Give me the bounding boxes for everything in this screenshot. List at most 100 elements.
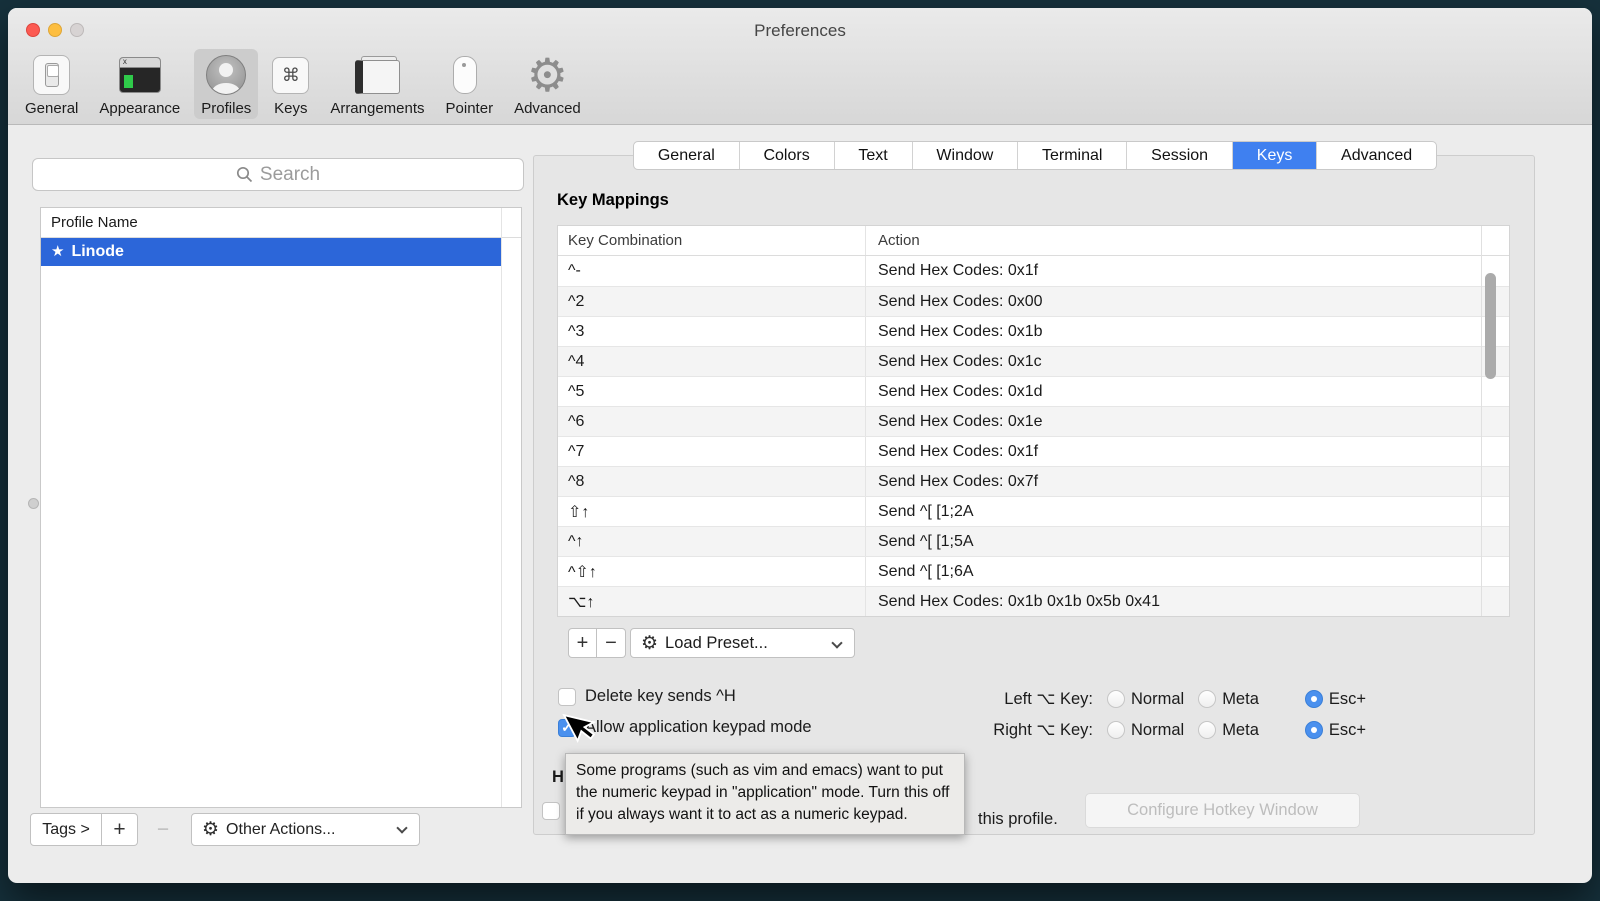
hotkey-heading-fragment: H xyxy=(552,768,564,787)
add-profile-button[interactable]: + xyxy=(102,813,138,846)
radio-label: Normal xyxy=(1131,690,1184,709)
table-body: ^- Send Hex Codes: 0x1f ^2 Send Hex Code… xyxy=(558,256,1509,616)
tab-advanced[interactable]: Advanced xyxy=(1317,142,1436,169)
tab-text[interactable]: Text xyxy=(835,142,913,169)
window-title: Preferences xyxy=(8,21,1592,41)
radio-icon[interactable] xyxy=(1107,721,1125,739)
tab-colors[interactable]: Colors xyxy=(740,142,835,169)
action-cell: Send Hex Codes: 0x1b xyxy=(866,323,1509,341)
toolbar-item-label: Appearance xyxy=(99,100,180,117)
toolbar: General Appearance Profiles Keys Arrange… xyxy=(18,49,588,119)
action-cell: Send ^[ [1;6A xyxy=(866,563,1509,581)
general-icon xyxy=(33,53,70,97)
toolbar-item-advanced[interactable]: ⚙ Advanced xyxy=(507,49,588,119)
tab-keys[interactable]: Keys xyxy=(1233,142,1317,169)
tab-session[interactable]: Session xyxy=(1127,142,1233,169)
key-combination-cell: ^2 xyxy=(558,287,866,316)
left-option-esc[interactable]: Esc+ xyxy=(1305,690,1366,709)
radio-icon[interactable] xyxy=(1198,690,1216,708)
hotkey-description-fragment: this profile. xyxy=(978,810,1058,829)
configure-hotkey-window-button[interactable]: Configure Hotkey Window xyxy=(1085,793,1360,828)
toolbar-item-label: Advanced xyxy=(514,100,581,117)
toolbar-item-appearance[interactable]: Appearance xyxy=(92,49,187,119)
left-option-key-label: Left ⌥ Key: xyxy=(948,689,1093,709)
radio-selected-icon[interactable] xyxy=(1305,721,1323,739)
profile-name-column-header: Profile Name xyxy=(41,208,521,238)
toolbar-item-arrangements[interactable]: Arrangements xyxy=(323,49,431,119)
profiles-icon xyxy=(206,53,246,97)
table-header: Key Combination Action xyxy=(558,226,1509,256)
profile-name: Linode xyxy=(71,243,123,260)
action-cell: Send Hex Codes: 0x7f xyxy=(866,473,1509,491)
profile-list: Profile Name ★ Linode xyxy=(40,207,522,808)
tags-button[interactable]: Tags > xyxy=(30,813,102,846)
table-scrollbar[interactable] xyxy=(1485,273,1496,379)
key-combination-cell: ⌥↑ xyxy=(558,587,866,616)
delete-key-checkbox[interactable] xyxy=(558,688,576,706)
right-option-meta[interactable]: Meta xyxy=(1198,721,1259,740)
tab-window[interactable]: Window xyxy=(913,142,1019,169)
right-option-normal[interactable]: Normal xyxy=(1107,721,1184,740)
toolbar-item-keys[interactable]: Keys xyxy=(265,49,316,119)
key-combination-cell: ^⇧↑ xyxy=(558,557,866,586)
right-option-esc[interactable]: Esc+ xyxy=(1305,721,1366,740)
preferences-window: Preferences General Appearance Profiles … xyxy=(8,8,1592,883)
toolbar-item-label: General xyxy=(25,100,78,117)
action-cell: Send Hex Codes: 0x1b 0x1b 0x5b 0x41 xyxy=(866,593,1509,611)
radio-label: Meta xyxy=(1222,721,1259,740)
load-preset-dropdown[interactable]: Load Preset... xyxy=(630,628,855,658)
action-cell: Send Hex Codes: 0x00 xyxy=(866,293,1509,311)
table-row[interactable]: ^4 Send Hex Codes: 0x1c xyxy=(558,346,1509,376)
toolbar-item-profiles[interactable]: Profiles xyxy=(194,49,258,119)
table-row[interactable]: ⌥↑ Send Hex Codes: 0x1b 0x1b 0x5b 0x41 xyxy=(558,586,1509,616)
remove-profile-button[interactable]: − xyxy=(148,813,178,846)
profile-row-linode[interactable]: ★ Linode xyxy=(41,238,501,266)
table-row[interactable]: ^⇧↑ Send ^[ [1;6A xyxy=(558,556,1509,586)
radio-label: Meta xyxy=(1222,690,1259,709)
key-combination-cell: ^6 xyxy=(558,407,866,436)
key-combination-cell: ^5 xyxy=(558,377,866,406)
mouse-icon xyxy=(449,53,489,97)
toolbar-item-general[interactable]: General xyxy=(18,49,85,119)
splitter-handle-dot xyxy=(28,498,39,509)
column-divider xyxy=(501,208,502,807)
action-column-header[interactable]: Action xyxy=(866,232,1509,249)
table-row[interactable]: ^7 Send Hex Codes: 0x1f xyxy=(558,436,1509,466)
toolbar-item-label: Arrangements xyxy=(330,100,424,117)
table-row[interactable]: ^5 Send Hex Codes: 0x1d xyxy=(558,376,1509,406)
other-actions-dropdown[interactable]: Other Actions... xyxy=(191,813,420,846)
default-profile-star-icon: ★ xyxy=(51,243,64,260)
radio-icon[interactable] xyxy=(1107,690,1125,708)
key-combination-cell: ^8 xyxy=(558,467,866,496)
table-row[interactable]: ^8 Send Hex Codes: 0x7f xyxy=(558,466,1509,496)
table-row[interactable]: ^- Send Hex Codes: 0x1f xyxy=(558,256,1509,286)
remove-mapping-button[interactable]: − xyxy=(597,628,626,658)
left-option-normal[interactable]: Normal xyxy=(1107,690,1184,709)
action-cell: Send Hex Codes: 0x1f xyxy=(866,443,1509,461)
key-mappings-heading: Key Mappings xyxy=(557,191,669,210)
titlebar: Preferences General Appearance Profiles … xyxy=(8,8,1592,125)
table-row[interactable]: ⇧↑ Send ^[ [1;2A xyxy=(558,496,1509,526)
keypad-tooltip: Some programs (such as vim and emacs) wa… xyxy=(565,753,965,835)
key-combination-column-header[interactable]: Key Combination xyxy=(558,226,866,255)
hotkey-checkbox[interactable] xyxy=(542,802,560,820)
search-icon xyxy=(236,166,253,183)
table-row[interactable]: ^6 Send Hex Codes: 0x1e xyxy=(558,406,1509,436)
radio-icon[interactable] xyxy=(1198,721,1216,739)
gear-icon: ⚙ xyxy=(527,53,568,97)
search-input[interactable]: Search xyxy=(32,158,524,191)
table-row[interactable]: ^2 Send Hex Codes: 0x00 xyxy=(558,286,1509,316)
tab-terminal[interactable]: Terminal xyxy=(1018,142,1127,169)
key-combination-cell: ^↑ xyxy=(558,527,866,556)
key-combination-cell: ^7 xyxy=(558,437,866,466)
tab-general[interactable]: General xyxy=(634,142,740,169)
left-option-meta[interactable]: Meta xyxy=(1198,690,1259,709)
table-row[interactable]: ^↑ Send ^[ [1;5A xyxy=(558,526,1509,556)
radio-selected-icon[interactable] xyxy=(1305,690,1323,708)
chevron-down-icon xyxy=(831,637,842,648)
action-cell: Send ^[ [1;2A xyxy=(866,503,1509,521)
key-mappings-table: Key Combination Action ^- Send Hex Codes… xyxy=(557,225,1510,617)
table-row[interactable]: ^3 Send Hex Codes: 0x1b xyxy=(558,316,1509,346)
add-mapping-button[interactable]: + xyxy=(568,628,597,658)
toolbar-item-pointer[interactable]: Pointer xyxy=(439,49,501,119)
